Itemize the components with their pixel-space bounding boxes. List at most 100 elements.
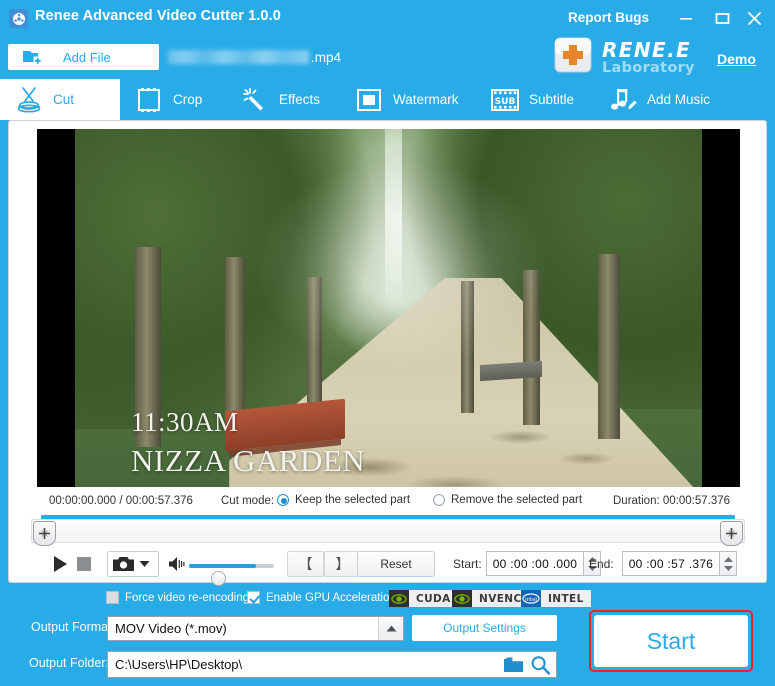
sub-filmstrip-icon: SUB bbox=[490, 88, 520, 112]
file-name-extension: .mp4 bbox=[311, 50, 341, 65]
checkbox-gpu-acceleration[interactable]: Enable GPU Acceleration bbox=[247, 591, 396, 604]
file-name-display: .mp4 bbox=[168, 46, 341, 68]
magic-wand-icon bbox=[240, 87, 270, 113]
radio-keep-selected-part[interactable]: Keep the selected part bbox=[277, 494, 410, 506]
medical-cross-icon bbox=[551, 33, 595, 82]
radio-keep-indicator bbox=[277, 494, 289, 506]
checkbox-force-label: Force video re-encoding bbox=[125, 592, 249, 604]
maximize-icon[interactable] bbox=[711, 8, 733, 28]
output-folder-label: Output Folder: bbox=[29, 656, 109, 670]
report-bugs-link[interactable]: Report Bugs bbox=[568, 10, 649, 25]
tab-add-music-label: Add Music bbox=[647, 92, 710, 107]
start-time-label: Start: bbox=[453, 557, 482, 571]
timeline-info-bar: 00:00:00.000 / 00:00:57.376 Cut mode: Ke… bbox=[9, 493, 768, 513]
trim-rail[interactable] bbox=[31, 519, 745, 543]
tab-effects[interactable]: Effects bbox=[226, 79, 340, 120]
music-note-pencil-icon bbox=[608, 87, 638, 113]
duration-readout: Duration: 00:00:57.376 bbox=[613, 495, 730, 507]
folder-icon[interactable] bbox=[503, 657, 524, 679]
tab-cut[interactable]: Cut bbox=[0, 79, 120, 120]
trim-handle-right[interactable] bbox=[720, 521, 743, 546]
add-folder-icon bbox=[22, 48, 43, 66]
video-overlay-text: 11:30AM NIZZA GARDEN bbox=[131, 403, 365, 481]
start-time-input[interactable]: 00 :00 :00 .000 bbox=[486, 551, 584, 576]
video-preview[interactable]: 11:30AM NIZZA GARDEN bbox=[37, 129, 740, 487]
tab-watermark-label: Watermark bbox=[393, 92, 459, 107]
close-icon[interactable] bbox=[743, 8, 765, 28]
radio-remove-indicator bbox=[433, 494, 445, 506]
snapshot-button[interactable] bbox=[107, 551, 159, 577]
add-file-button[interactable]: Add File bbox=[8, 44, 159, 70]
demo-link[interactable]: Demo bbox=[717, 51, 756, 67]
overlay-place: NIZZA GARDEN bbox=[131, 441, 365, 481]
end-time-label: End: bbox=[589, 557, 614, 571]
spinner-arrows-icon bbox=[724, 557, 733, 563]
marker-handle-icon bbox=[725, 527, 738, 540]
tab-add-music[interactable]: Add Music bbox=[594, 79, 724, 120]
badge-intel: intel INTEL bbox=[521, 590, 591, 607]
video-frame: 11:30AM NIZZA GARDEN bbox=[75, 129, 702, 487]
camera-icon bbox=[113, 556, 134, 572]
mark-in-button[interactable]: 【 bbox=[287, 551, 324, 577]
brand-name: RENE.E bbox=[602, 40, 695, 60]
volume-fill bbox=[189, 564, 256, 568]
brand-subtitle: Laboratory bbox=[602, 61, 695, 76]
brand-logo: RENE.E Laboratory bbox=[551, 33, 695, 82]
app-window: Renee Advanced Video Cutter 1.0.0 Report… bbox=[0, 0, 775, 686]
nvidia-eye-icon bbox=[389, 590, 409, 607]
tab-subtitle[interactable]: SUB Subtitle bbox=[476, 79, 594, 120]
output-format-value: MOV Video (*.mov) bbox=[115, 621, 227, 636]
film-frame-icon bbox=[134, 87, 164, 113]
minimize-icon[interactable] bbox=[675, 8, 697, 28]
tab-crop-label: Crop bbox=[173, 92, 202, 107]
encoding-options-row: Force video re-encoding Enable GPU Accel… bbox=[0, 588, 775, 612]
mark-out-button[interactable]: 】 bbox=[324, 551, 361, 577]
svg-text:intel: intel bbox=[525, 597, 537, 603]
svg-text:SUB: SUB bbox=[495, 97, 516, 107]
file-name-redacted bbox=[168, 50, 309, 64]
scissors-icon bbox=[14, 86, 44, 114]
app-title: Renee Advanced Video Cutter 1.0.0 bbox=[35, 8, 281, 24]
tab-effects-label: Effects bbox=[279, 92, 320, 107]
start-button[interactable]: Start bbox=[594, 615, 748, 667]
checkbox-gpu-label: Enable GPU Acceleration bbox=[266, 592, 396, 604]
marker-handle-icon bbox=[38, 527, 51, 540]
output-folder-input[interactable]: C:\Users\HP\Desktop\ bbox=[107, 651, 557, 678]
stop-icon[interactable] bbox=[77, 557, 91, 571]
time-readout: 00:00:00.000 / 00:00:57.376 bbox=[49, 495, 193, 507]
output-format-select[interactable]: MOV Video (*.mov) bbox=[107, 616, 404, 641]
badge-nvenc: NVENC bbox=[452, 590, 529, 607]
checkbox-gpu-indicator bbox=[247, 591, 260, 604]
film-reel-icon bbox=[9, 9, 28, 28]
magnifier-icon[interactable] bbox=[530, 655, 550, 680]
radio-remove-selected-part[interactable]: Remove the selected part bbox=[433, 494, 582, 506]
add-file-label: Add File bbox=[63, 50, 111, 65]
radio-keep-label: Keep the selected part bbox=[295, 494, 410, 506]
checkbox-force-reencoding[interactable]: Force video re-encoding bbox=[106, 591, 249, 604]
title-bar: Renee Advanced Video Cutter 1.0.0 Report… bbox=[0, 0, 775, 36]
output-format-label: Output Format: bbox=[31, 620, 115, 634]
nvidia-eye-icon bbox=[452, 590, 472, 607]
tab-watermark[interactable]: Watermark bbox=[340, 79, 476, 120]
square-frame-icon bbox=[354, 88, 384, 112]
end-time-spinner[interactable] bbox=[720, 551, 737, 576]
end-time-input[interactable]: 00 :00 :57 .376 bbox=[622, 551, 720, 576]
badge-intel-label: INTEL bbox=[541, 590, 591, 607]
caret-up-icon[interactable] bbox=[378, 617, 403, 640]
tab-crop[interactable]: Crop bbox=[120, 79, 226, 120]
brand-text: RENE.E Laboratory bbox=[602, 40, 695, 76]
playback-controls: 【 】 Reset Start: 00 :00 :00 .000 End: 00… bbox=[9, 551, 768, 581]
output-settings-button[interactable]: Output Settings bbox=[412, 615, 557, 641]
intel-logo-icon: intel bbox=[521, 590, 541, 607]
play-icon[interactable] bbox=[51, 555, 69, 573]
overlay-time: 11:30AM bbox=[131, 403, 365, 441]
badge-cuda-label: CUDA bbox=[409, 590, 458, 607]
volume-slider[interactable] bbox=[189, 564, 274, 568]
volume-knob[interactable] bbox=[211, 571, 226, 586]
speaker-icon[interactable] bbox=[169, 556, 186, 577]
trim-handle-left[interactable] bbox=[33, 521, 56, 546]
output-folder-actions bbox=[503, 655, 550, 680]
start-button-highlight: Start bbox=[589, 610, 753, 672]
reset-button[interactable]: Reset bbox=[357, 551, 435, 577]
trim-slider[interactable] bbox=[31, 513, 745, 549]
